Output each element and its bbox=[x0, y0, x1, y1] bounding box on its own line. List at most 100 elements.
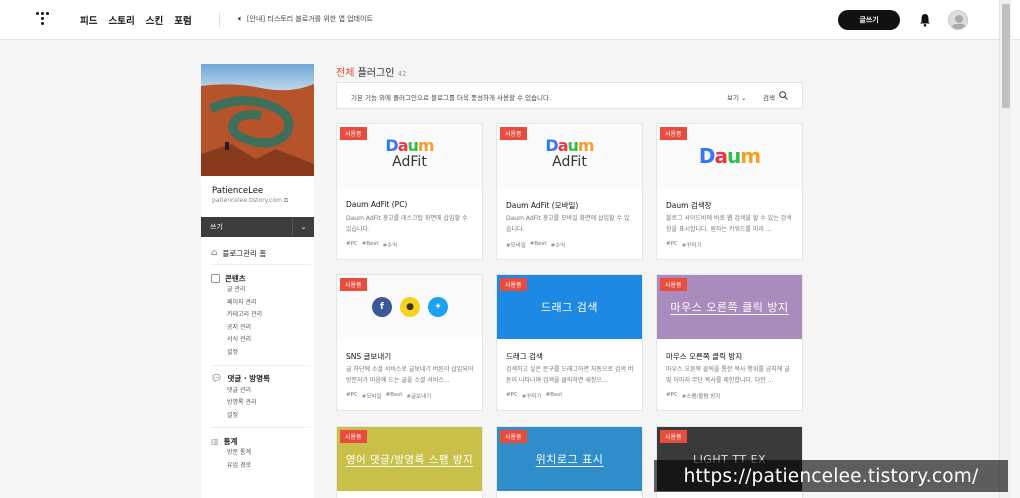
plugin-desc: 글 하단에 소셜 서비스로 글보내기 버튼이 삽입되어 방문자가 마음에 드는 … bbox=[346, 366, 474, 384]
tag: #수익 bbox=[382, 243, 398, 249]
plugin-tags: #PC #꾸미기 #Best bbox=[506, 392, 562, 400]
in-use-badge: 사용중 bbox=[340, 278, 367, 291]
tag: #수익 bbox=[550, 243, 566, 249]
tag: #PC bbox=[346, 241, 358, 247]
adfit-text: AdFit bbox=[552, 154, 587, 170]
search-label[interactable]: 검색 bbox=[763, 92, 775, 102]
search-icon[interactable] bbox=[779, 91, 788, 100]
write-post-button[interactable]: 글쓰기 bbox=[838, 10, 900, 30]
sidebar-item-page-manage[interactable]: 페이지 관리 bbox=[211, 297, 311, 310]
sidebar-item-referrer[interactable]: 유입 경로 bbox=[211, 460, 311, 473]
speaker-icon: 🔈︎ bbox=[238, 14, 243, 23]
plugin-thumbnail: 사용중 드래그 검색 bbox=[497, 275, 642, 339]
view-dropdown[interactable]: 보기 ⌄ bbox=[727, 92, 747, 102]
chevron-down-icon[interactable]: ⌄ bbox=[292, 217, 314, 237]
plugin-name: SNS 글보내기 bbox=[346, 352, 392, 361]
section-title: 통계 bbox=[223, 436, 238, 446]
plugin-card-sns-share[interactable]: 사용중 f ● ✦ SNS 글보내기 글 하단에 소셜 서비스로 글보내기 버튼… bbox=[336, 274, 483, 411]
in-use-badge: 사용중 bbox=[660, 278, 687, 291]
bell-icon[interactable] bbox=[919, 13, 931, 27]
main-nav: 피드 스토리 스킨 포럼 bbox=[80, 0, 192, 40]
plugin-card-right-click-block[interactable]: 사용중 마우스 오른쪽 클릭 방지 마우스 오른쪽 클릭 방지 마우스 오른쪽 … bbox=[656, 274, 803, 411]
sidebar-write-label: 쓰기 bbox=[210, 223, 223, 231]
sidebar-item-comment-manage[interactable]: 댓글 관리 bbox=[211, 385, 311, 398]
view-label: 보기 bbox=[727, 94, 739, 102]
page-title: 전체 플러그인 42 bbox=[336, 64, 407, 79]
blog-url-link[interactable]: patiencelee.tistory.com ⧉ bbox=[212, 197, 288, 205]
plugin-name: 마우스 오른쪽 클릭 방지 bbox=[666, 352, 743, 361]
plugin-thumbnail: 사용중 영어 댓글/방명록 스팸 방지 bbox=[337, 427, 482, 491]
user-avatar[interactable] bbox=[948, 10, 968, 30]
plugin-tags: #PC #Best #수익 bbox=[346, 241, 397, 249]
sidebar-item-notice-manage[interactable]: 공지 관리 bbox=[211, 322, 311, 335]
info-bar: 기본 기능 외에 플러그인으로 블로그를 더욱 풍성하게 사용할 수 있습니다.… bbox=[336, 82, 803, 109]
plugin-card-drag-search[interactable]: 사용중 드래그 검색 드래그 검색 검색하고 싶은 문구를 드래그하면 자동으로… bbox=[496, 274, 643, 411]
scrollbar-thumb[interactable] bbox=[1002, 4, 1010, 108]
in-use-badge: 사용중 bbox=[500, 430, 527, 443]
page-scrollbar[interactable] bbox=[999, 0, 1011, 498]
plugin-card-english-spam[interactable]: 사용중 영어 댓글/방명록 스팸 방지 bbox=[336, 426, 483, 498]
title-text: 플러그인 bbox=[357, 68, 395, 79]
sidebar-item-post-manage[interactable]: 글 관리 bbox=[211, 284, 311, 297]
sidebar-item-content-settings[interactable]: 설정 bbox=[211, 347, 311, 360]
sidebar-home-label: 블로그관리 홈 bbox=[222, 248, 267, 258]
plugin-thumbnail: 사용중 Daum AdFit bbox=[337, 124, 482, 188]
document-icon bbox=[211, 273, 220, 283]
sidebar-item-template-manage[interactable]: 서식 관리 bbox=[211, 334, 311, 347]
tag: #PC bbox=[666, 392, 678, 398]
plugin-card-adfit-pc[interactable]: 사용중 Daum AdFit Daum AdFit (PC) Daum AdFi… bbox=[336, 123, 483, 260]
title-filter: 전체 bbox=[336, 68, 355, 79]
notice-link[interactable]: 🔈︎ [안내] 티스토리 블로거를 위한 앱 업데이트 bbox=[238, 14, 373, 24]
daum-logo: Daum bbox=[657, 146, 802, 166]
tag: #꾸미기 bbox=[681, 243, 702, 249]
sidebar-write-button[interactable]: 쓰기 ⌄ bbox=[201, 217, 314, 237]
sidebar-item-home[interactable]: ⌂ 블로그관리 홈 bbox=[211, 247, 311, 259]
in-use-badge: 사용중 bbox=[340, 127, 367, 140]
plugin-thumbnail: 사용중 마우스 오른쪽 클릭 방지 bbox=[657, 275, 802, 339]
kakaostory-icon: ● bbox=[400, 297, 420, 317]
plugin-card-adfit-mobile[interactable]: 사용중 Daum AdFit Daum AdFit (모바일) Daum AdF… bbox=[496, 123, 643, 260]
sidebar-section-stats[interactable]: ▥ 통계 bbox=[211, 435, 311, 447]
daum-logo-text: Daum bbox=[385, 136, 434, 155]
sidebar-menu: ⌂ 블로그관리 홈 콘텐츠 글 관리 페이지 관리 카테고리 관리 공지 관리 … bbox=[211, 247, 311, 473]
plugin-count: 42 bbox=[397, 70, 407, 78]
blog-sidebar: PatienceLee patiencelee.tistory.com ⧉ 쓰기… bbox=[201, 64, 314, 498]
plugin-desc: 블로그 사이드바에 바로 웹 검색을 할 수 있는 검색창을 표시합니다. 원하… bbox=[666, 215, 792, 233]
plugin-desc: Daum AdFit 광고를 모바일 화면에 삽입할 수 있습니다. bbox=[506, 215, 630, 233]
tag: #Best bbox=[545, 392, 563, 398]
profile-image[interactable] bbox=[201, 64, 314, 176]
nav-skin[interactable]: 스킨 bbox=[146, 13, 163, 27]
tag: #꾸미기 bbox=[521, 394, 542, 400]
facebook-icon: f bbox=[372, 297, 392, 317]
tag: #모바일 bbox=[506, 243, 526, 249]
tag: #글보내기 bbox=[406, 394, 432, 400]
daum-adfit-logo: Daum AdFit bbox=[337, 136, 482, 171]
plugin-name: Daum 검색창 bbox=[666, 201, 712, 210]
divider bbox=[211, 364, 311, 366]
section-title: 댓글 · 방명록 bbox=[227, 374, 271, 384]
nav-forum[interactable]: 포럼 bbox=[174, 13, 191, 27]
info-text: 기본 기능 외에 플러그인으로 블로그를 더욱 풍성하게 사용할 수 있습니다. bbox=[351, 94, 552, 102]
chevron-down-icon: ⌄ bbox=[741, 94, 747, 102]
sidebar-section-comments[interactable]: 💬︎ 댓글 · 방명록 bbox=[211, 373, 311, 385]
sidebar-item-comment-settings[interactable]: 설정 bbox=[211, 410, 311, 423]
tistory-logo-icon[interactable] bbox=[36, 12, 50, 28]
sidebar-item-visit-stats[interactable]: 방문 통계 bbox=[211, 447, 311, 460]
plugin-card-daum-search[interactable]: 사용중 Daum Daum 검색창 블로그 사이드바에 바로 웹 검색을 할 수… bbox=[656, 123, 803, 260]
tag: #스팸/불펌 방지 bbox=[681, 394, 721, 400]
plugin-card-location-log[interactable]: 사용중 위치로그 표시 bbox=[496, 426, 643, 498]
nav-story[interactable]: 스토리 bbox=[108, 13, 134, 27]
sidebar-section-content[interactable]: 콘텐츠 bbox=[211, 272, 311, 284]
plugin-tags: #PC #꾸미기 bbox=[666, 241, 702, 249]
sidebar-item-guestbook-manage[interactable]: 방명록 관리 bbox=[211, 397, 311, 410]
plugin-name: Daum AdFit (PC) bbox=[346, 200, 408, 209]
sidebar-item-category-manage[interactable]: 카테고리 관리 bbox=[211, 309, 311, 322]
blog-url-text: patiencelee.tistory.com bbox=[212, 197, 282, 204]
external-link-icon: ⧉ bbox=[283, 197, 289, 204]
plugin-desc: 마우스 오른쪽 클릭을 통한 복사 행위를 금지해 글 및 이미지 무단 복사를… bbox=[666, 366, 790, 384]
nav-feed[interactable]: 피드 bbox=[80, 13, 97, 27]
bar-chart-icon: ▥ bbox=[211, 436, 219, 446]
adfit-text: AdFit bbox=[392, 154, 427, 170]
plugin-thumbnail: 사용중 f ● ✦ bbox=[337, 275, 482, 339]
notice-text: [안내] 티스토리 블로거를 위한 앱 업데이트 bbox=[246, 15, 373, 23]
